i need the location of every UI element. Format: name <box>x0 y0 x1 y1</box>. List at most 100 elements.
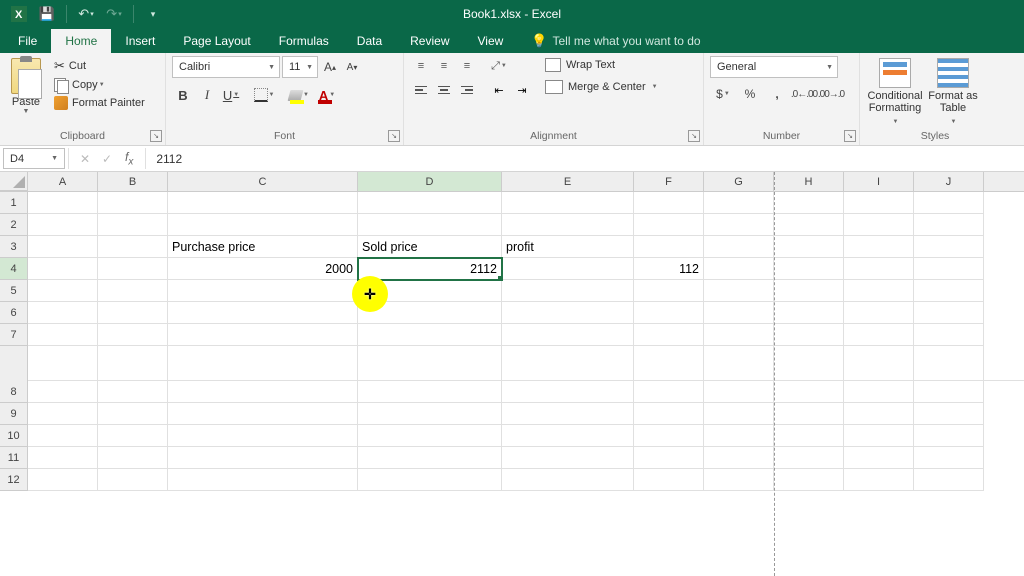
cell-A12[interactable] <box>28 469 98 491</box>
cell-H5[interactable] <box>774 280 844 302</box>
cell-J7[interactable] <box>914 324 984 346</box>
cell-E5[interactable] <box>502 280 634 302</box>
cell-H10[interactable] <box>774 425 844 447</box>
worksheet-grid[interactable]: ABCDEFGHIJ 123Purchase priceSold pricepr… <box>0 172 1024 576</box>
underline-button[interactable]: U▼ <box>220 84 242 106</box>
cell-C3[interactable]: Purchase price <box>168 236 358 258</box>
borders-button[interactable]: ▼ <box>252 84 276 106</box>
cell-B10[interactable] <box>98 425 168 447</box>
cell-J3[interactable] <box>914 236 984 258</box>
align-middle-button[interactable]: ≡ <box>433 56 455 76</box>
increase-indent-button[interactable]: ⇥ <box>511 80 533 100</box>
save-icon[interactable]: 💾 <box>34 2 60 26</box>
cell-B6[interactable] <box>98 302 168 324</box>
col-header-H[interactable]: H <box>774 172 844 191</box>
col-header-A[interactable]: A <box>28 172 98 191</box>
select-all-corner[interactable] <box>0 172 28 191</box>
col-header-I[interactable]: I <box>844 172 914 191</box>
cell-A9[interactable] <box>28 403 98 425</box>
cell-D11[interactable] <box>358 447 502 469</box>
cell-C2[interactable] <box>168 214 358 236</box>
row-header-2[interactable]: 2 <box>0 214 28 236</box>
font-dialog-launcher[interactable]: ↘ <box>388 130 400 142</box>
increase-font-size-button[interactable]: A▴ <box>320 56 340 78</box>
cell-A3[interactable] <box>28 236 98 258</box>
cell-B12[interactable] <box>98 469 168 491</box>
decrease-indent-button[interactable]: ⇤ <box>488 80 510 100</box>
cell-B11[interactable] <box>98 447 168 469</box>
cell-J4[interactable] <box>914 258 984 280</box>
cell-D2[interactable] <box>358 214 502 236</box>
cell-J5[interactable] <box>914 280 984 302</box>
fill-color-button[interactable]: ▼ <box>286 84 312 106</box>
align-center-button[interactable] <box>433 80 455 100</box>
enter-formula-icon[interactable]: ✓ <box>97 152 117 166</box>
col-header-E[interactable]: E <box>502 172 634 191</box>
row-header-9[interactable]: 9 <box>0 403 28 425</box>
cell-E8[interactable] <box>502 381 634 403</box>
clipboard-dialog-launcher[interactable]: ↘ <box>150 130 162 142</box>
italic-button[interactable]: I <box>196 84 218 106</box>
paste-button[interactable]: Paste ▼ <box>6 56 46 115</box>
cell-D9[interactable] <box>358 403 502 425</box>
cell-D5[interactable] <box>358 280 502 302</box>
increase-decimal-button[interactable]: .0←.00 <box>791 83 817 105</box>
cell-E7[interactable] <box>502 324 634 346</box>
cell-E4[interactable] <box>502 258 634 280</box>
cell-G1[interactable] <box>704 192 774 214</box>
cell-A8[interactable] <box>28 381 98 403</box>
cell-H2[interactable] <box>774 214 844 236</box>
font-name-combo[interactable]: Calibri▼ <box>172 56 280 78</box>
row-header-4[interactable]: 4 <box>0 258 28 280</box>
cell-F6[interactable] <box>634 302 704 324</box>
cell-E12[interactable] <box>502 469 634 491</box>
cell-G6[interactable] <box>704 302 774 324</box>
cell-C8[interactable] <box>168 381 358 403</box>
format-as-table-button[interactable]: Format as Table ▼ <box>924 56 982 126</box>
cell-I11[interactable] <box>844 447 914 469</box>
row-header-12[interactable]: 12 <box>0 469 28 491</box>
cell-G2[interactable] <box>704 214 774 236</box>
cell-J1[interactable] <box>914 192 984 214</box>
accounting-format-button[interactable]: $▼ <box>710 83 736 105</box>
cell-D4[interactable]: 2112 <box>358 258 502 280</box>
format-painter-button[interactable]: Format Painter <box>50 94 149 112</box>
cell-J10[interactable] <box>914 425 984 447</box>
cell-A5[interactable] <box>28 280 98 302</box>
cell-F5[interactable] <box>634 280 704 302</box>
cell-G9[interactable] <box>704 403 774 425</box>
cell-A2[interactable] <box>28 214 98 236</box>
col-header-G[interactable]: G <box>704 172 774 191</box>
cell-H11[interactable] <box>774 447 844 469</box>
tab-file[interactable]: File <box>4 29 51 53</box>
tell-me-search[interactable]: 💡Tell me what you want to do <box>527 29 704 53</box>
cell-C12[interactable] <box>168 469 358 491</box>
cell-B9[interactable] <box>98 403 168 425</box>
cell-I12[interactable] <box>844 469 914 491</box>
cell-D6[interactable] <box>358 302 502 324</box>
comma-format-button[interactable]: , <box>764 83 790 105</box>
wrap-text-button[interactable]: Wrap Text <box>539 56 664 74</box>
copy-button[interactable]: Copy▼ <box>50 76 149 94</box>
conditional-formatting-button[interactable]: Conditional Formatting ▼ <box>866 56 924 126</box>
col-header-B[interactable]: B <box>98 172 168 191</box>
align-left-button[interactable] <box>410 80 432 100</box>
cell-C1[interactable] <box>168 192 358 214</box>
cell-E10[interactable] <box>502 425 634 447</box>
cell-F8[interactable] <box>634 381 704 403</box>
cell-E3[interactable]: profit <box>502 236 634 258</box>
cell-C6[interactable] <box>168 302 358 324</box>
row-header-8[interactable]: 8 <box>0 381 28 403</box>
cell-I5[interactable] <box>844 280 914 302</box>
cell-B1[interactable] <box>98 192 168 214</box>
cell-J6[interactable] <box>914 302 984 324</box>
cut-button[interactable]: ✂Cut <box>50 56 149 76</box>
redo-icon[interactable]: ↷▾ <box>101 2 127 26</box>
bold-button[interactable]: B <box>172 84 194 106</box>
cell-H6[interactable] <box>774 302 844 324</box>
tab-page-layout[interactable]: Page Layout <box>169 29 264 53</box>
row-header-5[interactable]: 5 <box>0 280 28 302</box>
cell-E2[interactable] <box>502 214 634 236</box>
tab-data[interactable]: Data <box>343 29 396 53</box>
cell-I1[interactable] <box>844 192 914 214</box>
